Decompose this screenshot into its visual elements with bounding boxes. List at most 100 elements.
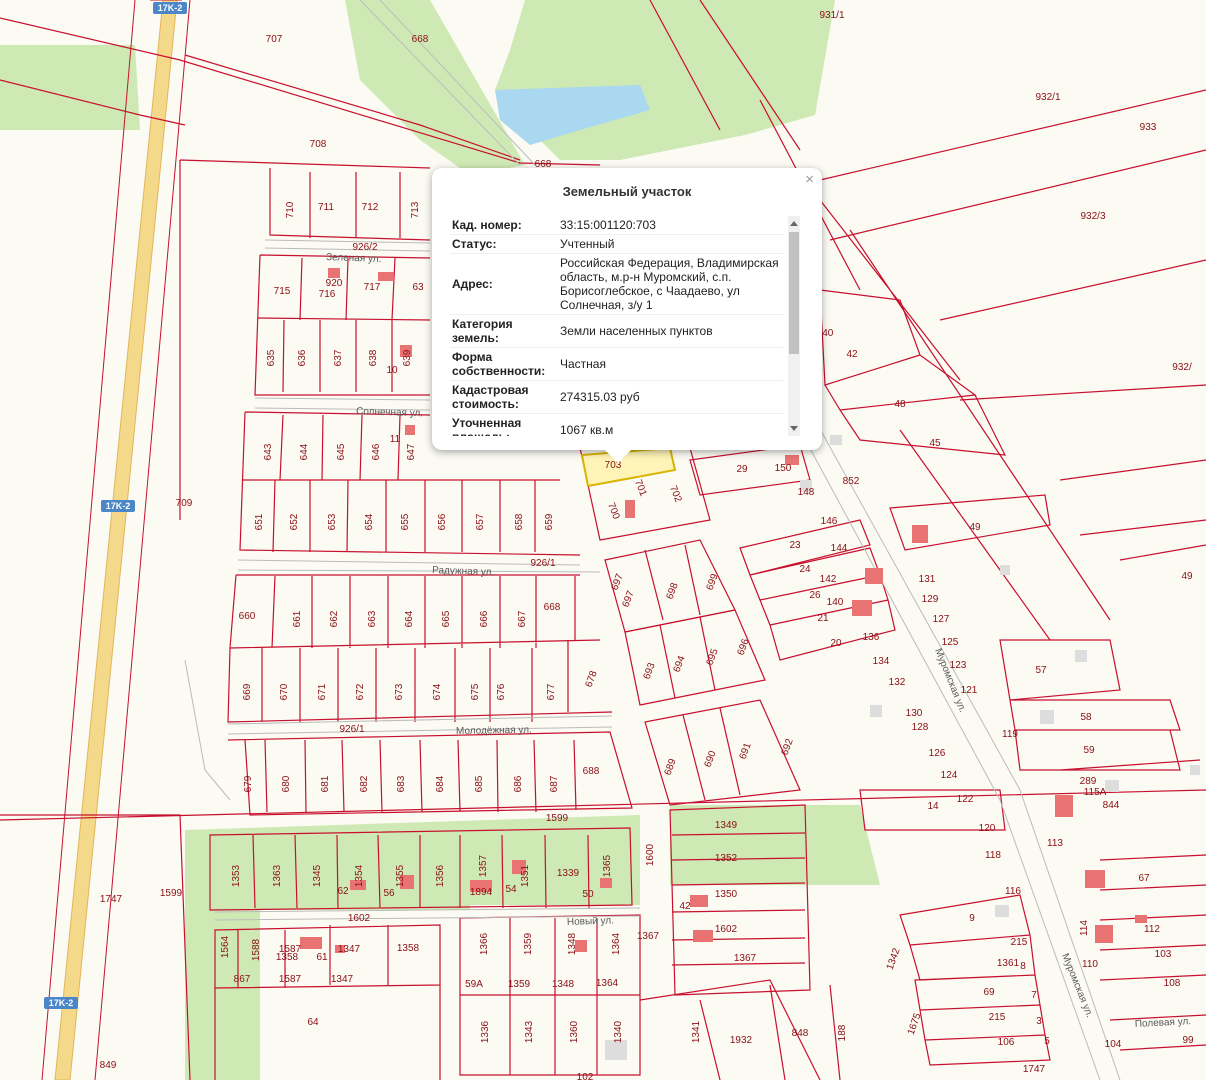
plot-number: 638	[368, 349, 379, 366]
plot-number: 643	[263, 443, 274, 460]
plot-number: 132	[889, 677, 906, 688]
plot-number: 1367	[637, 931, 660, 942]
plot-number: 1354	[354, 864, 365, 887]
plot-number: 50	[582, 889, 594, 900]
parcel-info-popup: Земельный участок × Кад. номер: 33:15:001…	[432, 168, 822, 450]
street-label: Солнечная ул.	[356, 406, 423, 419]
plot-number: 666	[479, 610, 490, 627]
plot-number: 144	[831, 543, 848, 554]
plot-number: 680	[281, 775, 292, 792]
plot-number: 683	[396, 775, 407, 792]
info-key: Кад. номер:	[450, 216, 554, 235]
info-value: 274315.03 руб	[554, 380, 783, 414]
scroll-down-icon[interactable]	[790, 426, 798, 431]
plot-number: 58	[1080, 712, 1092, 723]
plot-number: 118	[985, 850, 1001, 861]
plot-number: 23	[789, 540, 801, 551]
street-label: Полевая ул.	[1135, 1016, 1192, 1030]
plot-number: 849	[100, 1060, 117, 1071]
plot-number: 665	[441, 610, 452, 627]
plot-number: 106	[998, 1037, 1015, 1048]
popup-pointer	[604, 449, 632, 463]
plot-number: 647	[406, 443, 417, 460]
plot-number: 1358	[276, 952, 299, 963]
plot-number: 656	[437, 513, 448, 530]
info-row-cadastral-number: Кад. номер: 33:15:001120:703	[450, 216, 783, 235]
plot-number: 110	[1082, 959, 1098, 970]
federal-road	[41, 0, 191, 1080]
plot-number: 49	[969, 522, 981, 533]
plot-number: 645	[336, 443, 347, 460]
plot-number: 20	[830, 638, 842, 649]
info-key: Кадастровая стоимость:	[450, 380, 554, 414]
plot-number: 696	[736, 637, 752, 657]
plot-number: 45	[929, 438, 941, 449]
plot-number: 113	[1047, 838, 1063, 849]
svg-text:17K-2: 17K-2	[106, 501, 131, 511]
plot-number: 668	[544, 602, 561, 613]
plot-number: 1347	[338, 944, 361, 955]
plot-number: 867	[234, 974, 251, 985]
plot-number: 661	[292, 610, 303, 627]
plot-number: 681	[320, 775, 331, 792]
popup-body[interactable]: Кад. номер: 33:15:001120:703 Статус: Учтен…	[450, 216, 800, 436]
plot-number: 676	[496, 683, 507, 700]
plot-number: 926/1	[530, 558, 555, 569]
plot-number: 1348	[567, 932, 578, 955]
plot-number: 26	[809, 590, 821, 601]
plot-number: 671	[317, 683, 328, 700]
info-key: Форма собственности:	[450, 347, 554, 381]
plot-number: 932/1	[1035, 92, 1060, 103]
plot-number: 688	[583, 766, 600, 777]
plot-number: 127	[933, 614, 950, 625]
plot-number: 1359	[508, 979, 531, 990]
plot-number: 668	[412, 34, 429, 45]
plot-number: 707	[266, 34, 283, 45]
plot-number: 689	[663, 757, 679, 777]
plot-number: 1359	[523, 932, 534, 955]
info-value: 33:15:001120:703	[554, 216, 783, 235]
plot-number: 716	[319, 289, 336, 300]
plot-number: 116	[1005, 886, 1021, 897]
plot-number: 682	[359, 775, 370, 792]
plot-number: 1355	[395, 864, 406, 887]
plot-number: 57	[1035, 665, 1047, 676]
plot-number: 639	[402, 349, 413, 366]
info-key: Категория земель:	[450, 314, 554, 348]
plot-number: 67	[1138, 873, 1150, 884]
plot-number: 3	[1036, 1016, 1042, 1027]
close-icon[interactable]: ×	[805, 171, 814, 188]
popup-title: Земельный участок	[562, 184, 692, 199]
plot-number: 62	[337, 886, 349, 897]
plot-number: 702	[667, 484, 684, 504]
popup-scrollbar[interactable]	[788, 216, 800, 436]
plot-number: 926/1	[339, 724, 364, 735]
info-row-cadastral-value: Кадастровая стоимость: 274315.03 руб	[450, 380, 783, 414]
plot-number: 932/	[1172, 362, 1192, 373]
road-badge-17k-2-middle: 17K-2	[101, 500, 135, 512]
plot-number: 679	[243, 775, 254, 792]
plot-number: 142	[820, 574, 837, 585]
plot-number: 56	[383, 888, 395, 899]
scroll-up-icon[interactable]	[790, 221, 798, 226]
plot-number: 1352	[715, 853, 738, 864]
cadastral-map[interactable]: 17K-2 17K-2 17K-2 Зеленая ул. Солнечная у…	[0, 0, 1206, 1080]
plot-number: 708	[310, 139, 327, 150]
plot-number: 188	[837, 1024, 848, 1041]
plot-number: 662	[329, 610, 340, 627]
plot-number: 112	[1144, 924, 1160, 935]
plot-number: 691	[738, 741, 754, 761]
plot-number: 24	[799, 564, 811, 575]
plot-number: 10	[386, 365, 398, 376]
plot-number: 124	[941, 770, 958, 781]
plot-number: 1602	[715, 924, 738, 935]
plot-number: 636	[297, 349, 308, 366]
plot-number: 698	[665, 581, 681, 601]
plot-number: 1747	[100, 894, 123, 905]
plot-number: 637	[333, 349, 344, 366]
plot-number: 663	[367, 610, 378, 627]
plot-number: 42	[679, 901, 691, 912]
scroll-thumb[interactable]	[789, 232, 799, 354]
plot-number: 697	[610, 572, 626, 592]
plot-number: 1350	[715, 889, 738, 900]
